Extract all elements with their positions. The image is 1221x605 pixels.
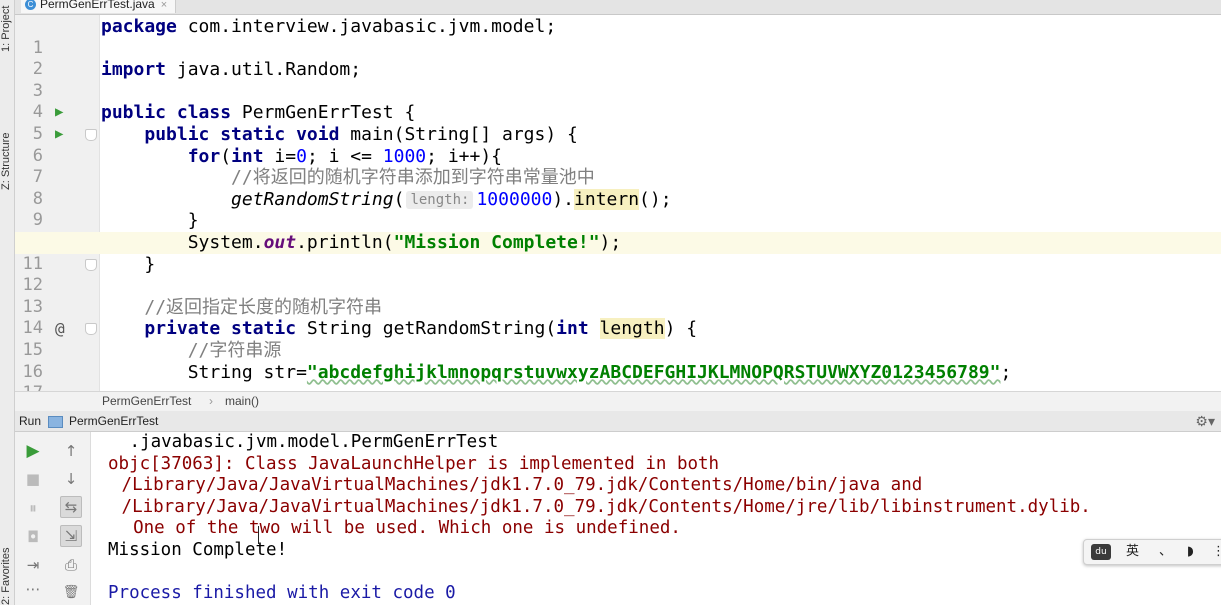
java-class-icon: C xyxy=(25,0,36,11)
code-line: 16 //字符串源 xyxy=(15,340,1221,382)
ime-moon-icon[interactable]: ◗ xyxy=(1187,540,1194,564)
fold-marker-icon[interactable] xyxy=(85,323,97,336)
code-text: PermGenErrTest { xyxy=(231,102,416,124)
pause-icon[interactable]: ⏸ xyxy=(22,497,44,519)
run-panel-header: Run PermGenErrTest ⚙▾ xyxy=(15,411,1221,432)
code-line: 14 //返回指定长度的随机字符串 xyxy=(15,296,1221,339)
run-toolbar: ▶ ↑ ■ ↓ ⏸ ⇆ ◘ ⇲ ⇥ ⎙ ⋯ 🗑 xyxy=(15,432,91,605)
close-tab-icon[interactable]: × xyxy=(161,0,167,11)
breadcrumb-method[interactable]: main() xyxy=(225,392,259,411)
code-line: 7 for(int i=0; i <= 1000; i++){ xyxy=(15,146,1221,188)
code-line: 10 } xyxy=(15,210,1221,252)
keyword: public class xyxy=(101,102,232,124)
run-class-icon[interactable]: ▶ xyxy=(55,102,69,124)
ime-toolbar[interactable]: du 英 、 ◗ ⋮ xyxy=(1083,539,1221,565)
scroll-to-end-icon[interactable]: ⇲ xyxy=(60,525,82,547)
line-number: 17 xyxy=(15,383,43,391)
breadcrumb-separator-icon: › xyxy=(209,394,213,408)
keyword: package xyxy=(101,16,177,37)
code-line: 13 xyxy=(15,275,1221,317)
ime-language-toggle[interactable]: 英 xyxy=(1126,540,1139,564)
ime-more-icon[interactable]: ⋮ xyxy=(1212,540,1221,564)
parameter-hint: length: xyxy=(406,190,474,209)
breadcrumb-class[interactable]: PermGenErrTest xyxy=(102,392,191,411)
console-line: Process finished with exit code 0 xyxy=(108,583,456,604)
login-icon[interactable]: ⇥ xyxy=(22,554,44,576)
favorites-tool-tab[interactable]: 2: Favorites xyxy=(0,520,14,605)
code-text: main(String[] args) { xyxy=(339,124,578,145)
code-line: 8 //将返回的随机字符串添加到字符串常量池中 xyxy=(15,167,1221,209)
console-line: objc[37063]: Class JavaLaunchHelper is i… xyxy=(108,453,720,474)
editor-file-tab[interactable]: C PermGenErrTest.java × xyxy=(21,0,177,13)
editor-tab-bar: C PermGenErrTest.java × xyxy=(15,0,1221,15)
keyword: public static void xyxy=(144,124,340,145)
code-line: 1 package com.interview.javabasic.jvm.mo… xyxy=(15,16,1221,58)
code-comment: //字符串源 xyxy=(187,340,282,361)
console-line: One of the two will be used. Which one i… xyxy=(112,518,681,539)
down-arrow-icon[interactable]: ↓ xyxy=(60,468,82,490)
current-code-line: 11 System.out.println("Mission Complete!… xyxy=(15,232,1221,274)
fold-marker-icon[interactable] xyxy=(85,258,97,271)
code-line: 5 ▶ public class PermGenErrTest { xyxy=(15,102,1221,144)
console-line: .javabasic.jvm.model.PermGenErrTest xyxy=(119,432,499,452)
keyword: import xyxy=(101,59,167,81)
code-comment: //将返回的随机字符串添加到字符串常量池中 xyxy=(231,167,595,189)
code-line: 3 import java.util.Random; xyxy=(15,59,1221,101)
fold-marker-icon[interactable] xyxy=(85,129,97,141)
code-line: 4 xyxy=(15,81,1221,122)
run-config-icon xyxy=(48,416,63,428)
code-line: 17 String str="abcdefghijklmnopqrstuvwxy… xyxy=(15,362,1221,391)
code-line: 12 } xyxy=(15,254,1221,296)
console-line: /Library/Java/JavaVirtualMachines/jdk1.7… xyxy=(111,475,923,496)
run-console[interactable]: .javabasic.jvm.model.PermGenErrTest objc… xyxy=(91,432,1221,605)
file-tab-label: PermGenErrTest.java xyxy=(40,0,155,11)
rerun-icon[interactable]: ▶ xyxy=(22,440,44,462)
more-dots-icon[interactable]: ⋯ xyxy=(22,578,44,600)
console-line: /Library/Java/JavaVirtualMachines/jdk1.7… xyxy=(111,496,1091,517)
stop-icon[interactable]: ■ xyxy=(22,468,44,490)
structure-tool-tab[interactable]: Z: Structure xyxy=(0,100,14,190)
gear-icon[interactable]: ⚙▾ xyxy=(1195,411,1215,431)
ime-punctuation-icon[interactable]: 、 xyxy=(1159,540,1172,564)
code-text: com.interview.javabasic.jvm.model; xyxy=(176,16,557,37)
ime-logo-icon[interactable]: du xyxy=(1091,544,1111,560)
print-icon[interactable]: ⎙ xyxy=(60,554,82,576)
left-tool-strip: 1: Project Z: Structure 2: Favorites xyxy=(0,0,15,605)
code-editor[interactable]: 1 package com.interview.javabasic.jvm.mo… xyxy=(15,15,1221,391)
code-line: 6 ▶ public static void main(String[] arg… xyxy=(15,124,1221,166)
breadcrumb: PermGenErrTest › main() xyxy=(15,391,1221,412)
code-comment: //返回指定长度的随机字符串 xyxy=(144,296,383,318)
code-line: 9 getRandomString(length: 1000000).intern… xyxy=(15,188,1221,230)
project-tool-tab[interactable]: 1: Project xyxy=(0,0,14,52)
camera-icon[interactable]: ◘ xyxy=(22,526,44,548)
run-panel-title: Run xyxy=(19,414,42,428)
code-text: java.util.Random; xyxy=(166,59,362,81)
text-cursor-icon xyxy=(258,526,261,544)
annotation-at-icon[interactable]: @ xyxy=(55,318,69,340)
code-line: 15 @ private static String getRandomStri… xyxy=(15,318,1221,360)
run-method-icon[interactable]: ▶ xyxy=(55,124,69,146)
up-arrow-icon[interactable]: ↑ xyxy=(60,440,82,462)
soft-wrap-icon[interactable]: ⇆ xyxy=(60,496,82,518)
code-line: 2 xyxy=(15,38,1221,79)
run-config-tab[interactable]: PermGenErrTest xyxy=(69,411,158,431)
trash-icon[interactable]: 🗑 xyxy=(60,582,82,604)
